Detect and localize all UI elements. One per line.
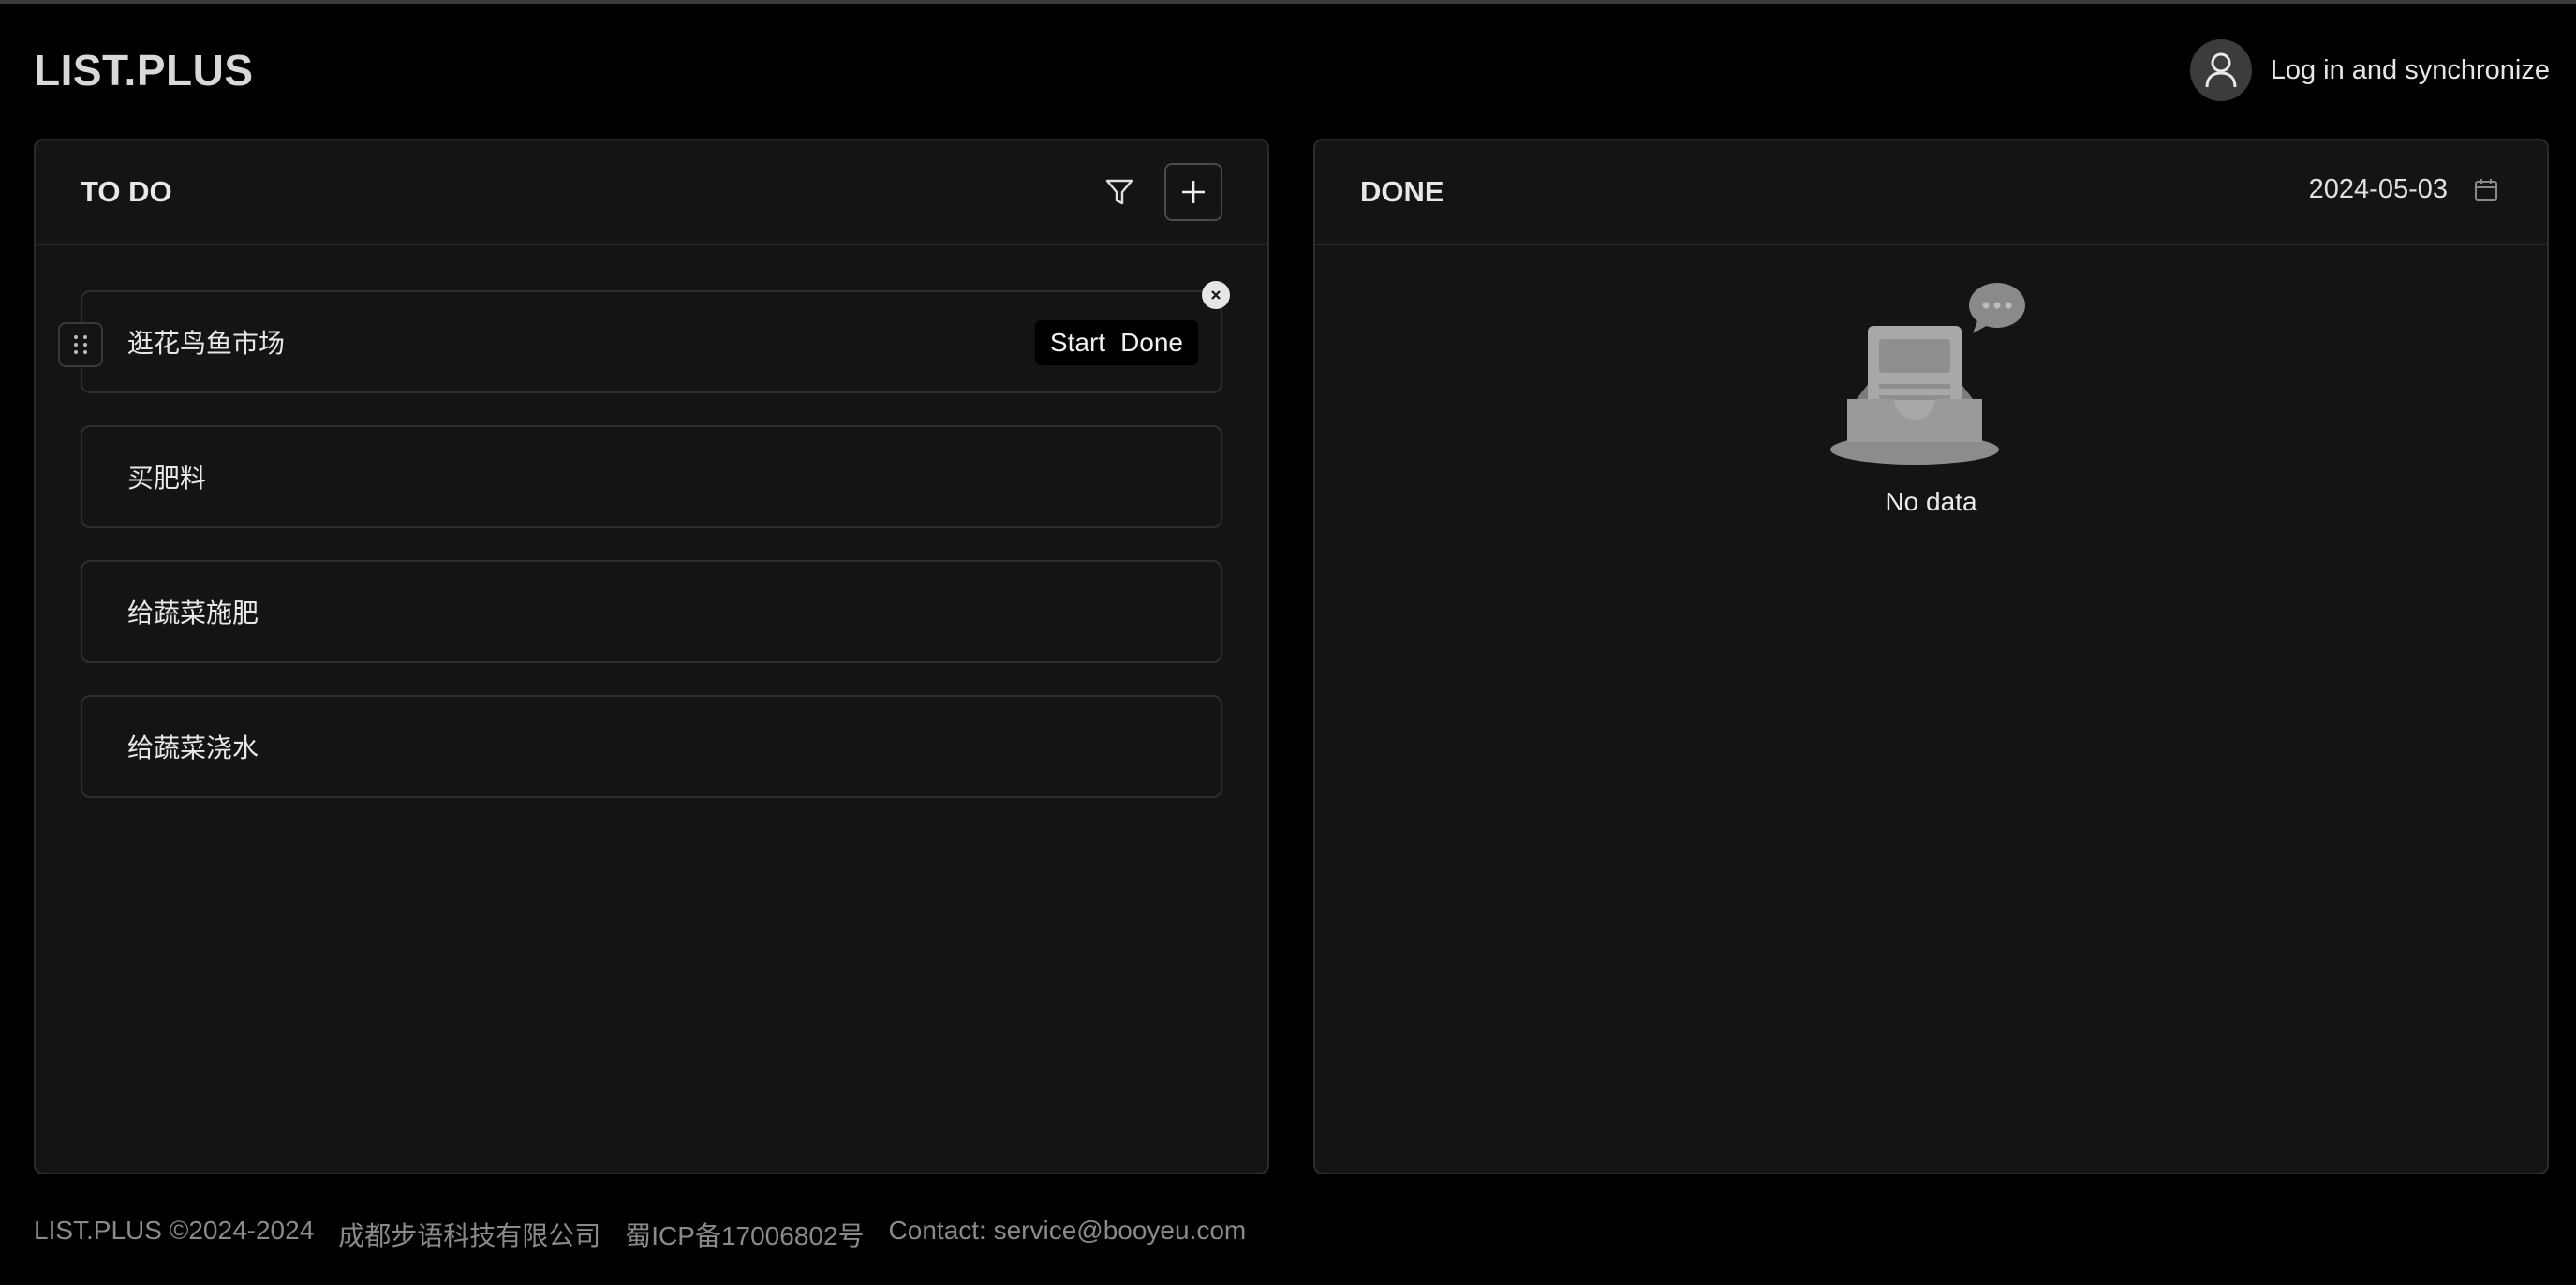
done-panel: DONE 2024-05-03 No data [1313,139,2549,1174]
login-label: Log in and synchronize [2270,54,2550,85]
add-task-button[interactable] [1164,163,1222,221]
user-icon [2189,39,2252,101]
todo-header: TO DO [36,140,1267,245]
calendar-icon [2475,178,2497,201]
task-text: 逛花鸟鱼市场 [127,329,286,358]
drag-handle-icon[interactable] [58,322,103,367]
login-button[interactable]: Log in and synchronize [2189,39,2550,101]
task-item[interactable]: 买肥料 [81,425,1222,528]
date-value: 2024-05-03 [2308,174,2448,204]
date-picker[interactable]: 2024-05-03 [2309,174,2498,205]
task-item[interactable]: 给蔬菜施肥 [81,560,1222,663]
footer-copyright: LIST.PLUS ©2024-2024 [34,1216,315,1245]
empty-state: No data [1315,279,2547,517]
done-header: DONE 2024-05-03 [1315,140,2547,245]
task-item[interactable]: 逛花鸟鱼市场 Start Done [58,281,1230,393]
footer-contact[interactable]: Contact: service@booyeu.com [889,1216,1247,1253]
todo-panel: TO DO 逛花鸟鱼市场 Start Done 买肥料 给蔬菜施肥 给蔬菜浇水 [34,139,1269,1174]
footer-icp-link[interactable]: 蜀ICP备17006802号 [625,1216,864,1253]
task-text: 买肥料 [127,464,207,493]
todo-title: TO DO [81,175,172,208]
task-text: 给蔬菜浇水 [127,733,259,762]
done-title: DONE [1360,175,1444,208]
start-button[interactable]: Start [1043,328,1113,358]
task-text: 给蔬菜施肥 [127,598,259,628]
footer-company: 成都步语科技有限公司 [338,1221,601,1250]
top-divider [0,0,2576,4]
filter-icon[interactable] [1101,173,1138,211]
task-action-group: Start Done [1034,320,1198,365]
app-logo[interactable]: LIST.PLUS [34,45,254,96]
footer: LIST.PLUS ©2024-2024 成都步语科技有限公司 蜀ICP备170… [34,1216,1246,1253]
empty-inbox-icon [1829,283,2025,465]
done-button[interactable]: Done [1113,328,1191,358]
task-item[interactable]: 给蔬菜浇水 [81,695,1222,798]
close-icon[interactable] [1202,281,1230,309]
plus-icon [1182,181,1205,203]
empty-text: No data [1885,487,1977,516]
